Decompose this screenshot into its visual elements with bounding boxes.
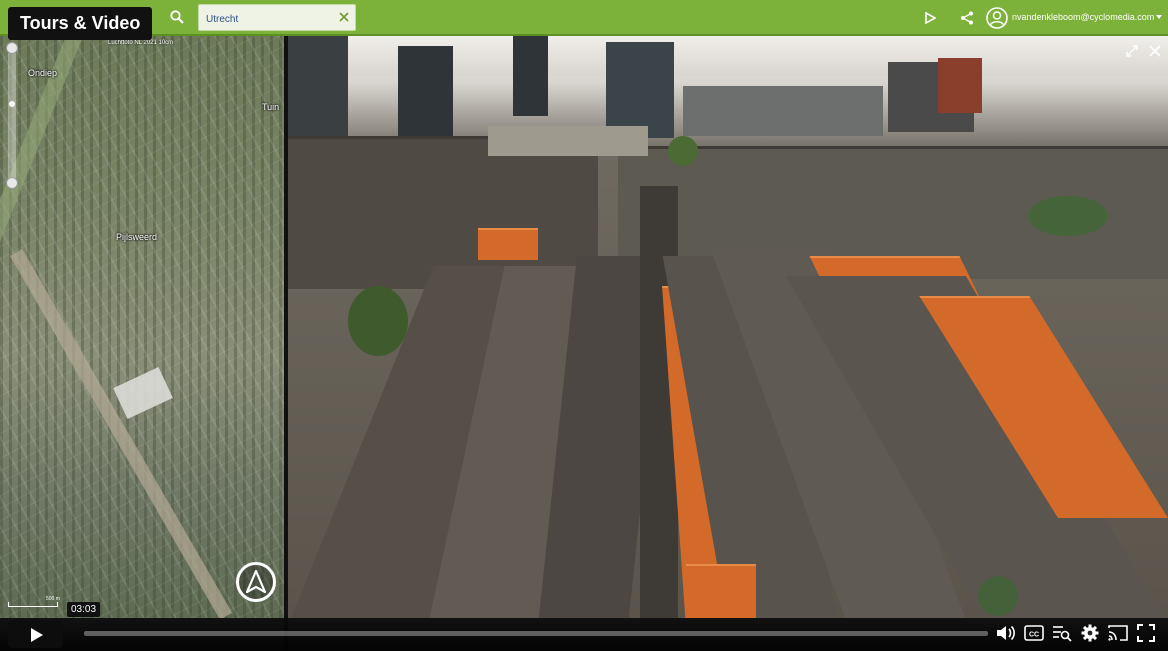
user-avatar-icon <box>986 7 1008 29</box>
roof-row <box>686 564 756 618</box>
search-icon <box>170 10 184 24</box>
expand-icon <box>1126 45 1138 57</box>
expand-view-button[interactable] <box>1125 44 1139 58</box>
gear-icon <box>1081 624 1099 642</box>
user-menu-caret-icon[interactable] <box>1156 15 1162 19</box>
settings-button[interactable] <box>1079 623 1101 643</box>
scale-bar <box>8 602 58 607</box>
square <box>488 126 648 156</box>
tree <box>978 576 1018 616</box>
city-3d-view[interactable] <box>288 36 1168 618</box>
fullscreen-icon <box>1137 624 1155 642</box>
zoom-out-button[interactable] <box>6 177 18 189</box>
play-outline-icon <box>925 12 936 24</box>
zoom-slider[interactable] <box>8 46 16 186</box>
page-title: Tours & Video <box>8 7 153 40</box>
tree <box>668 136 698 166</box>
map-railway <box>10 249 233 618</box>
play-button[interactable] <box>8 621 63 648</box>
fullscreen-button[interactable] <box>1135 623 1157 643</box>
map-credit: Luchtfoto NL 2021 10cm <box>108 40 174 46</box>
cast-button[interactable] <box>1107 623 1129 643</box>
close-icon <box>1149 45 1161 57</box>
map-label-tuin: Tuin <box>262 102 280 112</box>
roof-row <box>478 228 538 260</box>
volume-button[interactable] <box>995 623 1017 643</box>
map-station <box>113 367 173 419</box>
clear-search-button[interactable] <box>337 10 351 24</box>
play-tour-button[interactable] <box>920 8 940 28</box>
share-button[interactable] <box>957 8 977 28</box>
play-icon <box>30 627 43 642</box>
transcript-icon <box>1053 626 1072 642</box>
top-bar: nvandenkleboom@cyclomedia.com <box>0 0 1168 36</box>
map-label-ondiep: Ondiep <box>28 68 58 78</box>
user-avatar-button[interactable] <box>985 6 1009 30</box>
zoom-handle[interactable] <box>9 101 15 107</box>
progress-bar[interactable] <box>84 631 988 636</box>
zoom-in-button[interactable] <box>6 42 18 54</box>
captions-button[interactable]: CC <box>1023 623 1045 643</box>
tower <box>606 42 674 138</box>
scale-label: 500 m <box>46 596 60 602</box>
cc-icon: CC <box>1024 625 1044 641</box>
svg-text:CC: CC <box>1029 632 1039 639</box>
cast-icon <box>1108 625 1128 641</box>
time-tooltip: 03:03 <box>67 602 101 617</box>
compass-button[interactable] <box>236 562 276 602</box>
share-icon <box>961 11 973 25</box>
user-email[interactable]: nvandenkleboom@cyclomedia.com <box>1012 12 1154 22</box>
aerial-map[interactable]: Luchtfoto NL 2021 10cm Ondiep Tuin Pijls… <box>0 36 287 618</box>
search-input[interactable] <box>204 9 336 29</box>
tower <box>513 36 548 116</box>
search-field <box>198 4 356 31</box>
map-label-pijlsweerd: Pijlsweerd <box>116 232 158 242</box>
tower <box>938 58 982 113</box>
tree <box>348 286 408 356</box>
tower <box>683 86 883 136</box>
volume-icon <box>997 625 1015 641</box>
transcript-button[interactable] <box>1051 623 1073 643</box>
tree <box>1028 196 1108 236</box>
close-view-button[interactable] <box>1148 44 1162 58</box>
search-button[interactable] <box>166 6 188 28</box>
compass-north-icon <box>245 569 267 594</box>
close-icon <box>339 12 349 22</box>
